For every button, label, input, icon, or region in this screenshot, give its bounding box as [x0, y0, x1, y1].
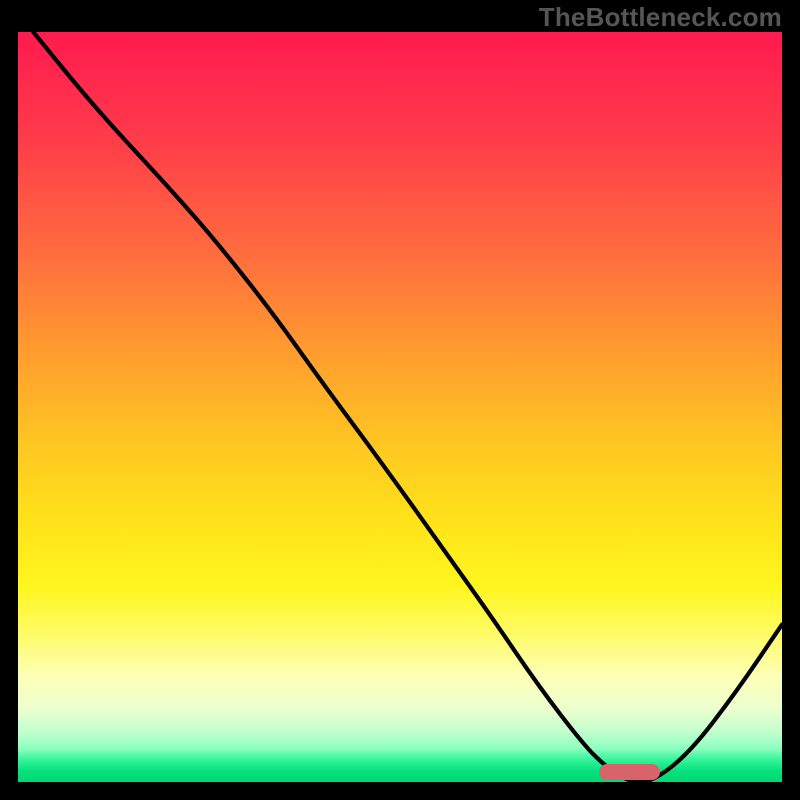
plot-area — [18, 32, 782, 782]
bottleneck-curve — [18, 32, 782, 782]
chart-frame: TheBottleneck.com — [0, 0, 800, 800]
curve-path — [33, 32, 782, 782]
optimal-marker — [599, 764, 660, 780]
attribution-text: TheBottleneck.com — [539, 2, 782, 33]
